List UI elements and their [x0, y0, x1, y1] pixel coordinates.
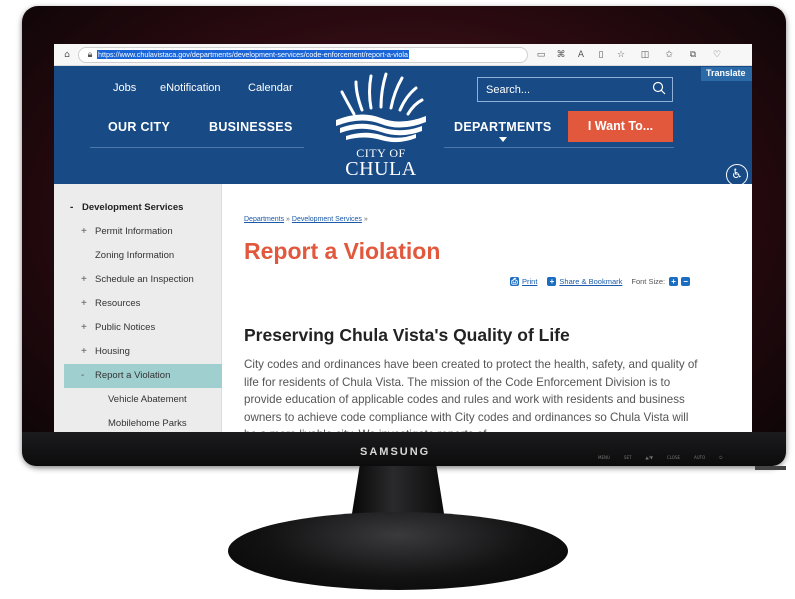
site-header: Jobs eNotification Calendar Search... Tr… — [54, 66, 752, 203]
expand-icon: + — [81, 298, 87, 309]
sidebar-item-vehicle-abatement[interactable]: Vehicle Abatement — [54, 388, 222, 412]
favorites-icon[interactable]: ✩ — [662, 50, 676, 60]
sidebar-item-report-violation[interactable]: - Report a Violation — [64, 364, 222, 388]
sidebar-item-mobilehome-parks[interactable]: Mobilehome Parks — [54, 412, 222, 432]
page-title: Report a Violation — [244, 238, 441, 264]
sidebar-item-label: Permit Information — [95, 226, 173, 237]
immersive-reader-icon[interactable]: ▯ — [594, 50, 608, 60]
extensions-icon[interactable]: ♡ — [710, 50, 724, 60]
sidebar-item-housing[interactable]: + Housing — [54, 340, 222, 364]
reader-icon[interactable]: ▭ — [534, 50, 548, 60]
search-input[interactable]: Search... — [477, 77, 673, 102]
sidebar-item-label: Zoning Information — [95, 250, 175, 261]
search-icon[interactable] — [652, 81, 666, 95]
sidebar-item-label: Housing — [95, 346, 130, 357]
expand-icon: + — [81, 322, 87, 333]
nav-departments[interactable]: DEPARTMENTS — [454, 120, 552, 134]
screen: ⌂ 🔒︎ https://www.chulavistaca.gov/depart… — [54, 44, 752, 432]
monitor-controls: MENU SET ▲/▼ CLOSE AUTO ⏻ — [598, 455, 722, 460]
monitor-control-updown: ▲/▼ — [645, 455, 653, 460]
main-content: Departments » Development Services » Rep… — [222, 184, 752, 432]
breadcrumb-departments[interactable]: Departments — [244, 216, 284, 223]
breadcrumb-separator: » — [286, 216, 290, 223]
sidebar-item-zoning-information[interactable]: Zoning Information — [54, 244, 222, 268]
favorite-star-icon[interactable]: ☆ — [614, 50, 628, 60]
collapse-icon: - — [70, 202, 74, 213]
sidebar-item-label: Vehicle Abatement — [108, 394, 187, 405]
address-bar-icons: ▭ ⌘ A ▯ ☆ — [534, 50, 628, 60]
sidebar-item-label: Report a Violation — [95, 370, 171, 381]
city-logo[interactable]: CITY OF CHULA VISTA — [316, 70, 446, 203]
monitor-control-auto: AUTO — [694, 455, 706, 460]
sidebar-item-resources[interactable]: + Resources — [54, 292, 222, 316]
enotification-link[interactable]: eNotification — [160, 82, 221, 94]
expand-icon: + — [81, 226, 87, 237]
monitor-control-menu: MENU — [598, 455, 610, 460]
i-want-to-button[interactable]: I Want To... — [568, 111, 673, 142]
monitor-stand-base — [228, 512, 568, 590]
apps-icon[interactable]: ⌘ — [554, 50, 568, 60]
url-text[interactable]: https://www.chulavistaca.gov/departments… — [97, 50, 410, 59]
monitor-control-close: CLOSE — [666, 455, 681, 460]
font-increase-icon[interactable]: + — [669, 277, 679, 286]
font-size-label: Font Size: — [631, 277, 666, 286]
calendar-link[interactable]: Calendar — [248, 82, 293, 94]
monitor-control-set: SET — [623, 455, 632, 460]
address-bar[interactable]: 🔒︎ https://www.chulavistaca.gov/departme… — [78, 46, 528, 63]
collections-icon[interactable]: ⧉ — [686, 50, 700, 60]
breadcrumb-separator: » — [363, 216, 368, 223]
chevron-down-icon — [499, 137, 507, 142]
sidebar-item-label: Schedule an Inspection — [95, 274, 194, 285]
search-placeholder: Search... — [486, 84, 531, 96]
share-bookmark-link[interactable]: Share & Bookmark — [559, 277, 622, 286]
sun-waves-icon — [336, 72, 426, 143]
lock-icon: 🔒︎ — [87, 49, 93, 60]
expand-icon: + — [81, 274, 87, 285]
sidebar-item-label: Public Notices — [95, 322, 156, 333]
sidebar-item-label: Mobilehome Parks — [108, 418, 187, 429]
section-heading: Preserving Chula Vista's Quality of Life — [244, 325, 570, 345]
sidebar-item-label: Development Services — [82, 202, 184, 213]
font-decrease-icon[interactable]: − — [681, 277, 691, 286]
nav-our-city[interactable]: OUR CITY — [108, 120, 170, 134]
nav-businesses[interactable]: BUSINESSES — [209, 120, 293, 134]
nav-divider-right — [444, 147, 674, 148]
print-link[interactable]: Print — [522, 277, 537, 286]
sidebar-item-development-services[interactable]: - Development Services — [54, 196, 222, 220]
split-screen-icon[interactable]: ◫ — [638, 50, 652, 60]
translate-button[interactable]: Translate — [701, 67, 752, 81]
sidebar-item-public-notices[interactable]: + Public Notices — [54, 316, 222, 340]
browser-toolbar: ⌂ 🔒︎ https://www.chulavistaca.gov/depart… — [54, 44, 752, 66]
sidebar-nav: - Development Services + Permit Informat… — [54, 184, 222, 432]
breadcrumb-development-services[interactable]: Development Services — [292, 216, 362, 223]
print-icon[interactable]: ⎙ — [510, 277, 519, 286]
monitor-brand: SAMSUNG — [360, 446, 431, 458]
nav-divider-left — [90, 147, 304, 148]
sidebar-item-permit-information[interactable]: + Permit Information — [54, 220, 222, 244]
home-icon[interactable]: ⌂ — [60, 50, 74, 60]
breadcrumb: Departments » Development Services » — [244, 216, 368, 223]
monitor-control-power: ⏻ — [719, 455, 723, 460]
share-icon[interactable]: + — [547, 277, 557, 286]
browser-actions: ◫ ✩ ⧉ ♡ — [638, 50, 724, 60]
read-aloud-icon[interactable]: A — [574, 50, 588, 60]
sidebar-item-schedule-inspection[interactable]: + Schedule an Inspection — [54, 268, 222, 292]
jobs-link[interactable]: Jobs — [113, 82, 136, 94]
expand-icon: + — [81, 346, 87, 357]
sidebar-item-label: Resources — [95, 298, 141, 309]
accessibility-icon[interactable]: ♿︎ — [726, 164, 748, 186]
chin-edge — [755, 466, 786, 470]
body-paragraph: City codes and ordinances have been crea… — [244, 358, 698, 432]
page-tools: ⎙ Print + Share & Bookmark Font Size: + … — [510, 277, 693, 286]
collapse-icon: - — [81, 370, 85, 381]
